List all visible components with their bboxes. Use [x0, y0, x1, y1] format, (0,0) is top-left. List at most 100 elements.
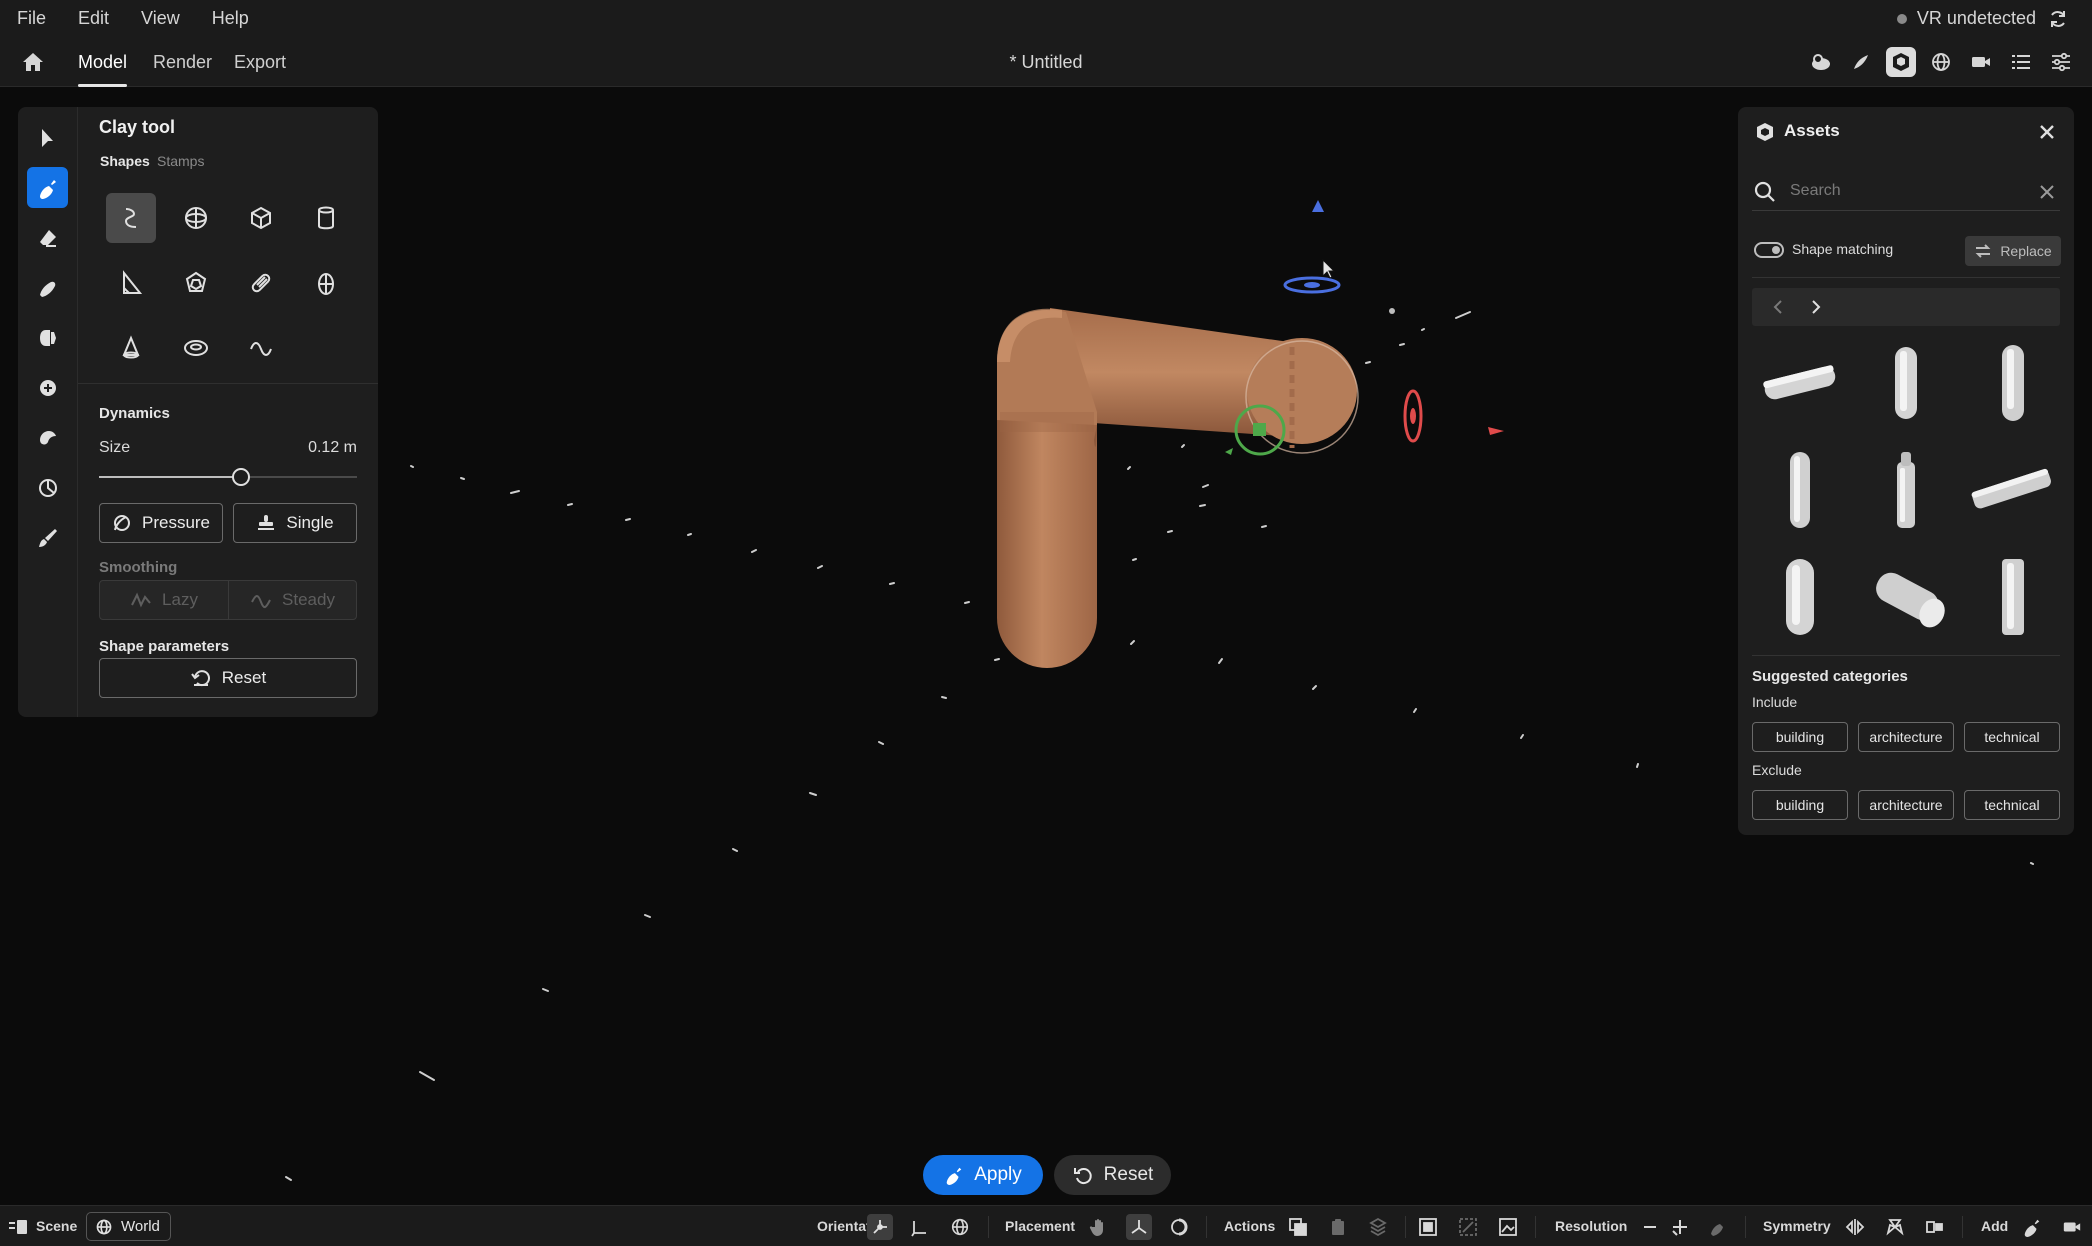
asset-thumbnail[interactable] — [1750, 333, 1850, 433]
add-clay-icon[interactable] — [2019, 1214, 2045, 1240]
scene-icon[interactable] — [6, 1214, 32, 1240]
hand-icon[interactable] — [1086, 1214, 1112, 1240]
sphere-shape-icon[interactable] — [171, 193, 221, 243]
size-slider-knob[interactable] — [231, 468, 250, 486]
transform-icon[interactable] — [27, 367, 68, 408]
document-title: * Untitled — [1009, 52, 1083, 72]
clay-model[interactable] — [997, 308, 1359, 668]
cube-shape-icon[interactable] — [236, 193, 286, 243]
wave-shape-icon[interactable] — [236, 323, 286, 373]
placement-surface-icon[interactable] — [1166, 1214, 1192, 1240]
layers-icon[interactable] — [2006, 47, 2036, 77]
search-input[interactable] — [1790, 177, 2010, 205]
chevron-right-icon[interactable] — [1806, 297, 1826, 317]
menu-view[interactable]: View — [125, 8, 196, 29]
stroke-shape-icon[interactable] — [106, 193, 156, 243]
lazy-icon — [130, 591, 152, 609]
clay-icon[interactable] — [27, 167, 68, 208]
reset-button[interactable]: Reset — [1054, 1155, 1171, 1195]
camera-icon[interactable] — [1966, 47, 1996, 77]
orientation-world-icon[interactable] — [947, 1214, 973, 1240]
replace-button[interactable]: Replace — [1965, 236, 2061, 266]
mirror-x-icon[interactable] — [1842, 1214, 1868, 1240]
include-chip-building[interactable]: building — [1752, 722, 1848, 752]
flatten-icon[interactable] — [1365, 1214, 1391, 1240]
refresh-icon[interactable] — [2046, 7, 2070, 31]
cone-shape-icon[interactable] — [106, 323, 156, 373]
menu-edit[interactable]: Edit — [62, 8, 125, 29]
globe-icon[interactable] — [1926, 47, 1956, 77]
include-chip-technical[interactable]: technical — [1964, 722, 2060, 752]
move-icon[interactable] — [27, 317, 68, 358]
shape-matching-toggle[interactable] — [1754, 242, 1784, 258]
minus-icon[interactable] — [1637, 1214, 1663, 1240]
scene-label: Scene — [36, 1218, 78, 1234]
lazy-button[interactable]: Lazy — [99, 580, 229, 620]
steady-button[interactable]: Steady — [228, 580, 357, 620]
egg-shape-icon[interactable] — [301, 258, 351, 308]
exclude-chip-building[interactable]: building — [1752, 790, 1848, 820]
cylinder-shape-icon[interactable] — [301, 193, 351, 243]
size-label: Size — [99, 439, 131, 456]
polyhedron-shape-icon[interactable] — [171, 258, 221, 308]
placement-axis-icon[interactable] — [1126, 1214, 1152, 1240]
tab-export[interactable]: Export — [234, 37, 286, 87]
torus-shape-icon[interactable] — [171, 323, 221, 373]
exclude-chip-architecture[interactable]: architecture — [1858, 790, 1954, 820]
add-camera-icon[interactable] — [2059, 1214, 2085, 1240]
subtab-stamps[interactable]: Stamps — [157, 153, 204, 169]
frame-icon[interactable] — [1415, 1214, 1441, 1240]
stamp-icon[interactable] — [27, 417, 68, 458]
home-icon[interactable] — [18, 47, 48, 77]
steady-icon — [250, 591, 272, 609]
capsule-shape-icon[interactable] — [236, 258, 286, 308]
asset-thumbnail[interactable] — [1962, 333, 2062, 433]
smooth-icon[interactable] — [27, 267, 68, 308]
erase-icon[interactable] — [27, 217, 68, 258]
single-button[interactable]: Single — [233, 503, 357, 543]
subtab-shapes[interactable]: Shapes — [100, 153, 150, 169]
crop-icon[interactable] — [1455, 1214, 1481, 1240]
asset-thumbnail[interactable] — [1750, 547, 1850, 647]
environment-icon[interactable] — [1806, 47, 1836, 77]
wedge-shape-icon[interactable] — [106, 258, 156, 308]
shape-reset-button[interactable]: Reset — [99, 658, 357, 698]
lazy-label: Lazy — [162, 590, 198, 609]
orientation-local-icon[interactable] — [867, 1214, 893, 1240]
close-icon[interactable] — [2034, 119, 2060, 145]
asset-thumbnail[interactable] — [1856, 333, 1956, 433]
tab-model[interactable]: Model — [78, 37, 128, 87]
settings-sliders-icon[interactable] — [2046, 47, 2076, 77]
clay-icon — [944, 1165, 964, 1185]
duplicate-icon[interactable] — [1285, 1214, 1311, 1240]
mask-icon[interactable] — [27, 467, 68, 508]
asset-thumbnail[interactable] — [1962, 440, 2062, 540]
separator — [1535, 1216, 1536, 1238]
asset-thumbnail[interactable] — [1962, 547, 2062, 647]
sculpt-icon[interactable] — [1846, 47, 1876, 77]
model-icon[interactable] — [1886, 47, 1916, 77]
paint-icon[interactable] — [27, 517, 68, 558]
asset-thumbnail[interactable] — [1856, 547, 1956, 647]
symmetry-plane-icon[interactable] — [1922, 1214, 1948, 1240]
orientation-axis-icon[interactable] — [907, 1214, 933, 1240]
world-button[interactable]: World — [86, 1212, 171, 1241]
asset-thumbnail[interactable] — [1856, 440, 1956, 540]
chevron-left-icon[interactable] — [1768, 297, 1788, 317]
apply-button[interactable]: Apply — [923, 1155, 1043, 1195]
size-slider[interactable] — [99, 467, 357, 487]
include-chip-architecture[interactable]: architecture — [1858, 722, 1954, 752]
exclude-chip-technical[interactable]: technical — [1964, 790, 2060, 820]
paste-icon[interactable] — [1325, 1214, 1351, 1240]
radial-symmetry-icon[interactable] — [1882, 1214, 1908, 1240]
clear-search-icon[interactable] — [2034, 179, 2060, 205]
image-icon[interactable] — [1495, 1214, 1521, 1240]
menu-help[interactable]: Help — [196, 8, 265, 29]
asset-thumbnail[interactable] — [1750, 440, 1850, 540]
menu-file[interactable]: File — [0, 8, 62, 29]
select-icon[interactable] — [27, 117, 68, 158]
tab-render[interactable]: Render — [153, 37, 212, 87]
pressure-button[interactable]: Pressure — [99, 503, 223, 543]
plus-icon[interactable] — [1667, 1214, 1693, 1240]
brush-resolution-icon[interactable] — [1705, 1214, 1731, 1240]
